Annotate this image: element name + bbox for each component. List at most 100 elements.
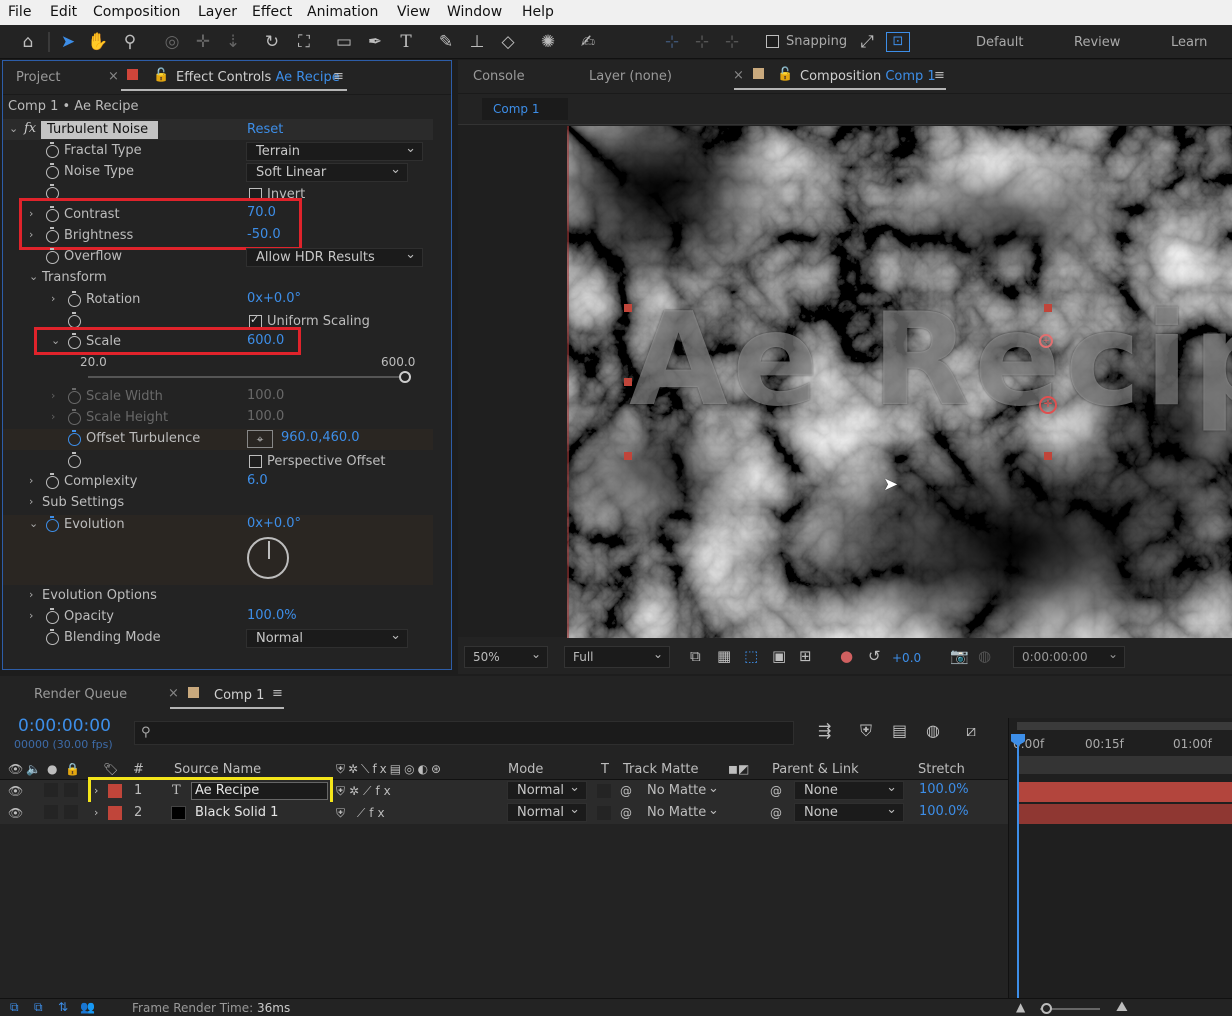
frame-blending-icon[interactable]: ▤	[892, 723, 907, 739]
timeline-graph-area[interactable]: 0:00f 00:15f 01:00f	[1008, 718, 1232, 998]
home-icon[interactable]: ⌂	[16, 30, 40, 54]
comp-breadcrumb-tab[interactable]: Comp 1	[482, 98, 568, 120]
fractal-type-dropdown[interactable]: Terrain	[246, 140, 423, 161]
solo-icon[interactable]: ●	[47, 761, 57, 777]
overflow-dropdown[interactable]: Allow HDR Results	[246, 246, 423, 267]
snap-options-icon[interactable]: ⤢	[855, 30, 879, 54]
layer-bar[interactable]	[1017, 782, 1232, 802]
tab-console[interactable]: Console	[473, 69, 525, 85]
work-area-bar[interactable]	[1017, 722, 1232, 730]
tab-effect-controls[interactable]: Effect Controls Ae Recipe	[176, 70, 340, 86]
blending-mode-dropdown[interactable]: Normal	[246, 627, 408, 648]
chevron-down-icon[interactable]: ⌄	[9, 122, 18, 135]
effect-point-icon[interactable]: +	[1039, 334, 1053, 348]
effect-name[interactable]: Turbulent Noise	[41, 121, 158, 139]
motion-blur-icon[interactable]: ◍	[926, 723, 940, 739]
toggle-in-out-icon[interactable]: ⇅	[58, 999, 68, 1015]
chevron-right-icon[interactable]: ›	[94, 805, 98, 821]
workspace-learn[interactable]: Learn	[1171, 35, 1207, 51]
scale-slider-handle[interactable]	[399, 371, 411, 383]
tab-comp[interactable]: Comp 1	[214, 688, 264, 704]
reset-exposure-icon[interactable]: ↺	[868, 648, 881, 664]
current-timecode[interactable]: 0:00:00:00	[18, 716, 111, 736]
anchor-point-icon[interactable]: ✛	[1039, 396, 1057, 414]
fx-icon[interactable]: fx	[24, 121, 36, 137]
preserve-transparency-toggle[interactable]	[597, 784, 611, 798]
complexity-value[interactable]: 6.0	[247, 473, 268, 489]
layer-row[interactable]: 👁 › 2 Black Solid 1 ⛨ ⟋fx Normal @ No Ma…	[0, 801, 1008, 824]
toggle-modes-icon[interactable]: ⧉	[34, 999, 43, 1015]
chevron-right-icon[interactable]: ›	[51, 292, 55, 305]
chevron-right-icon[interactable]: ›	[29, 588, 33, 601]
composition-viewer[interactable]: Ae Recipe + ✛ ➤	[567, 126, 1232, 638]
stopwatch-icon[interactable]	[46, 473, 59, 489]
chevron-down-icon[interactable]: ⌄	[708, 781, 719, 797]
pan-camera-icon[interactable]: ✛	[191, 30, 215, 54]
grid-guides-icon[interactable]: ⊞	[799, 648, 812, 664]
stopwatch-icon[interactable]	[68, 409, 81, 425]
menu-window[interactable]: Window	[447, 4, 502, 20]
stopwatch-icon[interactable]	[68, 452, 81, 468]
offset-turbulence-value[interactable]: 960.0,460.0	[281, 430, 360, 446]
audio-icon[interactable]: 🔈	[26, 761, 41, 777]
zoom-out-icon[interactable]: ▲	[1016, 999, 1025, 1015]
rotate-tool-icon[interactable]: ↻	[260, 30, 284, 54]
tab-layer[interactable]: Layer (none)	[589, 69, 672, 85]
grid-snap-icon[interactable]: ⊡	[886, 32, 910, 52]
stopwatch-icon[interactable]	[46, 629, 59, 645]
layer-mode-dropdown[interactable]: Normal	[507, 779, 587, 800]
menu-view[interactable]: View	[397, 4, 430, 20]
layer-handle[interactable]	[624, 378, 632, 386]
panel-menu-icon[interactable]: ≡	[934, 68, 945, 84]
axis-view-icon[interactable]: ⊹	[720, 30, 744, 54]
stopwatch-icon[interactable]	[68, 291, 81, 307]
chevron-right-icon[interactable]: ›	[51, 410, 55, 423]
opacity-value[interactable]: 100.0%	[247, 608, 297, 624]
viewer-text-layer[interactable]: Ae Recipe	[629, 296, 1232, 426]
menu-help[interactable]: Help	[522, 4, 554, 20]
stretch-value[interactable]: 100.0%	[919, 782, 969, 798]
stopwatch-icon[interactable]	[46, 163, 59, 179]
shy-layers-icon[interactable]: ⛨	[860, 723, 872, 739]
pan-behind-tool-icon[interactable]: ⛶	[292, 30, 316, 54]
tab-composition[interactable]: Composition Comp 1	[800, 69, 936, 85]
chevron-right-icon[interactable]: ›	[51, 389, 55, 402]
snapshot-icon[interactable]: 📷	[950, 648, 969, 664]
stopwatch-icon[interactable]	[46, 248, 59, 264]
parent-pick-whip-icon[interactable]: @	[770, 783, 782, 799]
layer-handle[interactable]	[624, 452, 632, 460]
tab-render-queue[interactable]: Render Queue	[34, 687, 127, 703]
crosshair-icon[interactable]: ⌖	[247, 430, 273, 448]
menu-animation[interactable]: Animation	[307, 4, 378, 20]
zoom-dropdown[interactable]: 50%	[464, 644, 548, 668]
menu-layer[interactable]: Layer	[198, 4, 237, 20]
resolution-dropdown[interactable]: Full	[564, 644, 670, 668]
perspective-offset-checkbox[interactable]	[249, 455, 262, 468]
stretch-value[interactable]: 100.0%	[919, 804, 969, 820]
track-matte-value[interactable]: No Matte	[647, 805, 706, 821]
playhead[interactable]	[1017, 736, 1019, 998]
eye-icon[interactable]: 👁	[8, 761, 23, 777]
workspace-default[interactable]: Default	[976, 35, 1024, 51]
current-time-field[interactable]: 0:00:00:00	[1013, 644, 1125, 668]
parent-dropdown[interactable]: None	[794, 801, 904, 822]
layer-mode-dropdown[interactable]: Normal	[507, 801, 587, 822]
clone-stamp-icon[interactable]: ⊥	[465, 30, 489, 54]
stopwatch-icon[interactable]	[68, 388, 81, 404]
panel-menu-icon[interactable]: ≡	[333, 69, 344, 85]
roto-brush-icon[interactable]: ✺	[536, 30, 560, 54]
type-tool-icon[interactable]: T	[394, 30, 418, 54]
lock-icon[interactable]: 🔓	[153, 68, 169, 84]
axis-local-icon[interactable]: ⊹	[660, 30, 684, 54]
chevron-right-icon[interactable]: ›	[29, 474, 33, 487]
chevron-down-icon[interactable]: ⌄	[29, 517, 38, 530]
layer-switches[interactable]: ⛨ ⟋fx	[336, 805, 389, 821]
zoom-in-icon[interactable]: ⛰	[1116, 999, 1128, 1015]
parent-dropdown[interactable]: None	[794, 779, 904, 800]
stopwatch-icon[interactable]	[46, 608, 59, 624]
panel-menu-icon[interactable]: ≡	[272, 686, 283, 702]
layer-handle[interactable]	[624, 304, 632, 312]
preserve-transparency-toggle[interactable]	[597, 806, 611, 820]
stopwatch-icon[interactable]	[46, 516, 59, 532]
layer-switches[interactable]: ⛨✲⟋fx	[336, 783, 395, 799]
